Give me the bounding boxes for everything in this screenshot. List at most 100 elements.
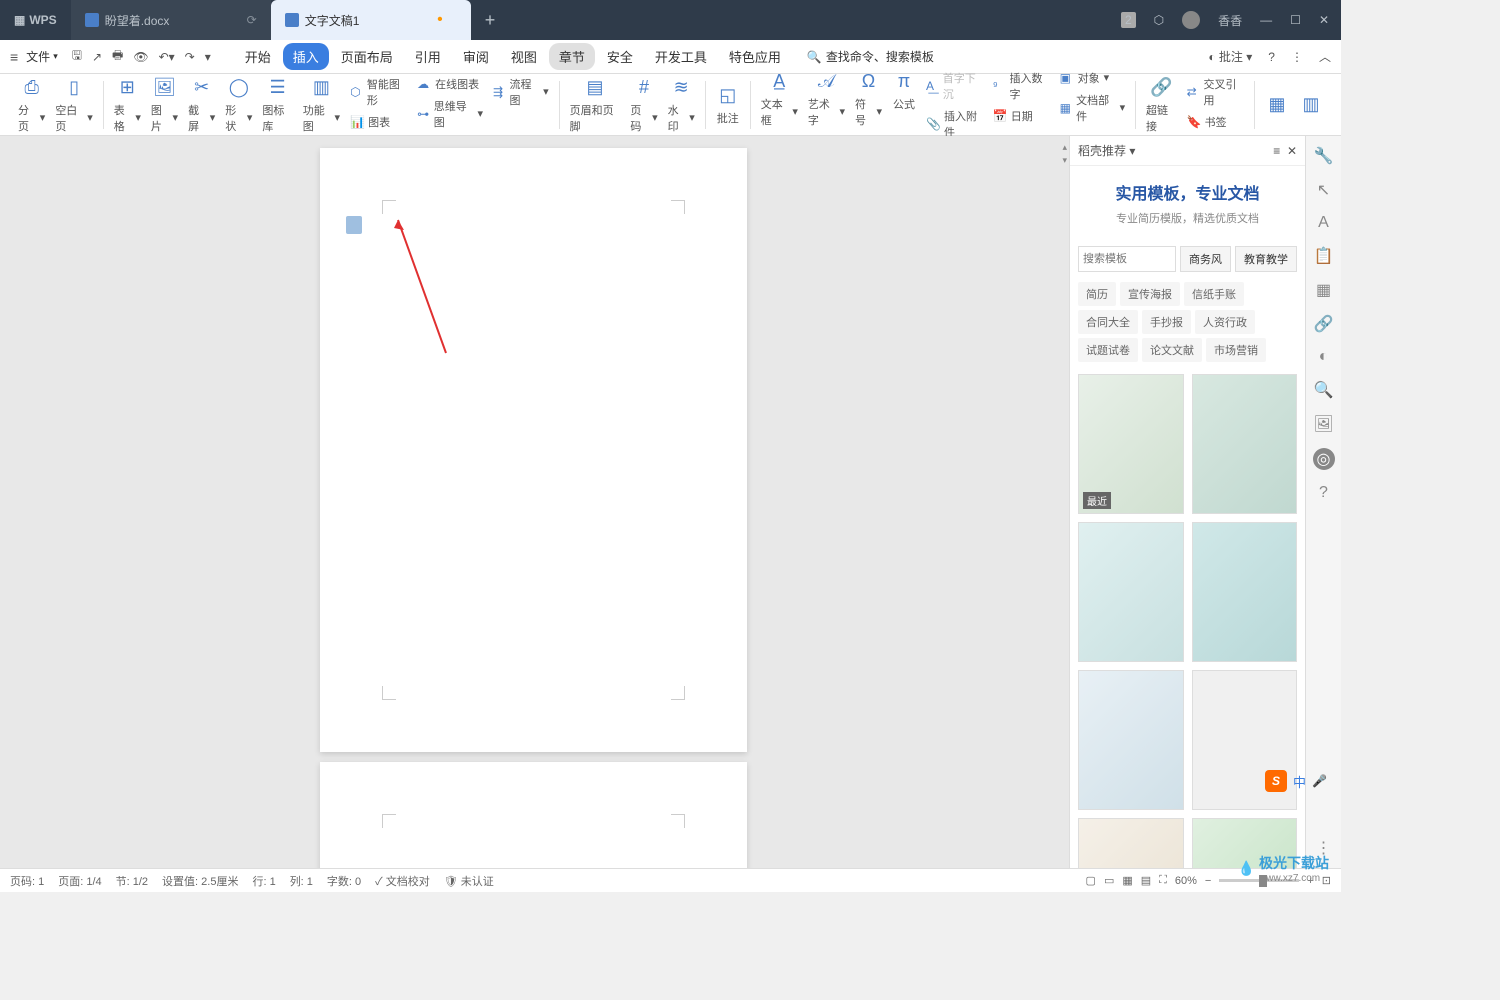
tab-view[interactable]: 视图	[501, 43, 547, 70]
tab-security[interactable]: 安全	[597, 43, 643, 70]
bookmark-button[interactable]: 🔖书签	[1187, 114, 1244, 130]
command-search[interactable]: 🔍 查找命令、搜索模板	[807, 48, 934, 65]
hyperlink-button[interactable]: 🔗超链接	[1146, 76, 1177, 134]
tab-section[interactable]: 章节	[549, 43, 595, 70]
wordart-button[interactable]: 𝒜艺术字▾	[808, 70, 845, 128]
page-2[interactable]	[320, 762, 747, 868]
export-icon[interactable]: ↗	[92, 50, 102, 64]
template-item[interactable]	[1078, 522, 1184, 662]
page-doc-handle[interactable]	[346, 216, 362, 234]
file-menu[interactable]: 文件▾	[26, 48, 58, 65]
tag-resume[interactable]: 简历	[1078, 282, 1116, 306]
qat-dropdown[interactable]: ▾	[205, 50, 211, 64]
status-page[interactable]: 页码: 1	[10, 873, 44, 889]
tag-marketing[interactable]: 市场营销	[1206, 338, 1266, 362]
symbol-button[interactable]: Ω符号▾	[855, 70, 882, 128]
mindmap-button[interactable]: ⊶思维导图▾	[417, 98, 483, 130]
rail-shape-icon[interactable]: ◐	[1319, 348, 1329, 366]
rail-link-icon[interactable]: 🔗	[1314, 314, 1334, 334]
object-button[interactable]: ▣对象▾	[1060, 70, 1126, 86]
iconlib-button[interactable]: ☰图标库	[262, 76, 292, 134]
watermark-button[interactable]: ≋水印▾	[668, 76, 695, 134]
tab-pagelayout[interactable]: 页面布局	[331, 43, 403, 70]
tab-sync-icon[interactable]: ⟳	[247, 13, 257, 27]
preview-icon[interactable]: 👁	[133, 50, 148, 64]
print-icon[interactable]: 🖶	[112, 46, 123, 67]
app-icon[interactable]: ⬡	[1154, 13, 1164, 27]
crossref-button[interactable]: ⇄交叉引用	[1187, 76, 1244, 108]
undo-icon[interactable]: ↶▾	[159, 50, 175, 64]
rail-wrench-icon[interactable]: 🔧	[1314, 146, 1334, 166]
tab-devtools[interactable]: 开发工具	[645, 43, 717, 70]
view-mode-2[interactable]: ▥	[1299, 93, 1323, 117]
user-avatar[interactable]	[1182, 11, 1200, 29]
view-read-icon[interactable]: ▭	[1104, 874, 1114, 887]
status-proofing[interactable]: ✓ 文档校对	[375, 873, 430, 889]
template-search-input[interactable]	[1078, 246, 1176, 272]
tab-insert[interactable]: 插入	[283, 43, 329, 70]
view-web-icon[interactable]: ▦	[1122, 874, 1132, 887]
tag-exam[interactable]: 试题试卷	[1078, 338, 1138, 362]
notify-badge[interactable]: 2	[1121, 12, 1136, 28]
maximize-button[interactable]: ☐	[1290, 13, 1301, 27]
docparts-button[interactable]: ▦文档部件▾	[1060, 92, 1126, 124]
rail-search-icon[interactable]: 🔍	[1314, 380, 1334, 400]
formula-button[interactable]: π公式	[892, 70, 916, 112]
func-chart-button[interactable]: ▥功能图▾	[303, 76, 340, 134]
redo-icon[interactable]: ↷	[185, 50, 195, 64]
status-line[interactable]: 行: 1	[252, 873, 275, 889]
template-item[interactable]	[1192, 522, 1298, 662]
ime-indicator[interactable]: S 中 🎤	[1265, 770, 1327, 792]
tag-paper[interactable]: 论文文献	[1142, 338, 1202, 362]
zoom-value[interactable]: 60%	[1175, 875, 1197, 887]
flowchart-button[interactable]: ⇶流程图▾	[493, 76, 549, 108]
search-filter-business[interactable]: 商务风	[1180, 246, 1231, 272]
wps-logo[interactable]: ▦ WPS	[0, 13, 71, 27]
shapes-button[interactable]: ◯形状▾	[225, 76, 252, 134]
minimize-button[interactable]: —	[1260, 13, 1272, 27]
tab-start[interactable]: 开始	[235, 43, 281, 70]
panel-close-icon[interactable]: ✕	[1287, 144, 1297, 158]
chart-button[interactable]: 📊图表	[350, 114, 407, 130]
hamburger-icon[interactable]: ≡	[10, 49, 18, 65]
tab-review[interactable]: 审阅	[453, 43, 499, 70]
tag-hr[interactable]: 人资行政	[1195, 310, 1255, 334]
status-col[interactable]: 列: 1	[290, 873, 313, 889]
tab-references[interactable]: 引用	[405, 43, 451, 70]
panel-settings-icon[interactable]: ≡	[1273, 144, 1280, 158]
more-icon[interactable]: ⋮	[1291, 50, 1303, 64]
status-section[interactable]: 节: 1/2	[116, 873, 148, 889]
attachment-button[interactable]: 📎插入附件	[926, 108, 983, 140]
tag-letter[interactable]: 信纸手账	[1184, 282, 1244, 306]
save-icon[interactable]: 🖫	[72, 46, 82, 67]
rail-help-icon[interactable]: ?	[1319, 484, 1328, 502]
status-page-of[interactable]: 页面: 1/4	[58, 873, 101, 889]
page-1[interactable]	[320, 148, 747, 752]
rail-cursor-icon[interactable]: ↖	[1317, 180, 1330, 200]
doc-tab-1[interactable]: 盼望着.docx ⟳	[71, 0, 271, 40]
add-tab-button[interactable]: +	[471, 10, 510, 31]
view-print-icon[interactable]: ▢	[1086, 874, 1096, 887]
smartart-button[interactable]: ⬡智能图形	[350, 76, 407, 108]
panel-title[interactable]: 稻壳推荐 ▾	[1078, 142, 1135, 159]
template-item[interactable]	[1078, 818, 1184, 868]
tag-contract[interactable]: 合同大全	[1078, 310, 1138, 334]
search-filter-education[interactable]: 教育教学	[1235, 246, 1297, 272]
zoom-out-button[interactable]: −	[1205, 875, 1211, 887]
ruler-toggle[interactable]: ▴▾	[1062, 142, 1067, 166]
template-item[interactable]	[1192, 374, 1298, 514]
tag-poster[interactable]: 宣传海报	[1120, 282, 1180, 306]
screenshot-button[interactable]: ✂截屏▾	[188, 76, 215, 134]
rail-image-icon[interactable]: 🖼	[1313, 414, 1333, 434]
picture-button[interactable]: 🖼图片▾	[151, 76, 178, 134]
tag-newspaper[interactable]: 手抄报	[1142, 310, 1191, 334]
view-mode-1[interactable]: ▦	[1265, 93, 1289, 117]
help-icon[interactable]: ?	[1268, 50, 1275, 64]
date-button[interactable]: 📅日期	[993, 108, 1050, 124]
rail-ruler-icon[interactable]: ▦	[1316, 280, 1331, 300]
rail-skin-icon[interactable]: ◎	[1313, 448, 1335, 470]
collapse-ribbon-icon[interactable]: ︿	[1319, 48, 1331, 65]
table-button[interactable]: ⊞表格▾	[114, 76, 141, 134]
template-item[interactable]	[1078, 670, 1184, 810]
status-auth[interactable]: 🛡 未认证	[444, 873, 494, 889]
